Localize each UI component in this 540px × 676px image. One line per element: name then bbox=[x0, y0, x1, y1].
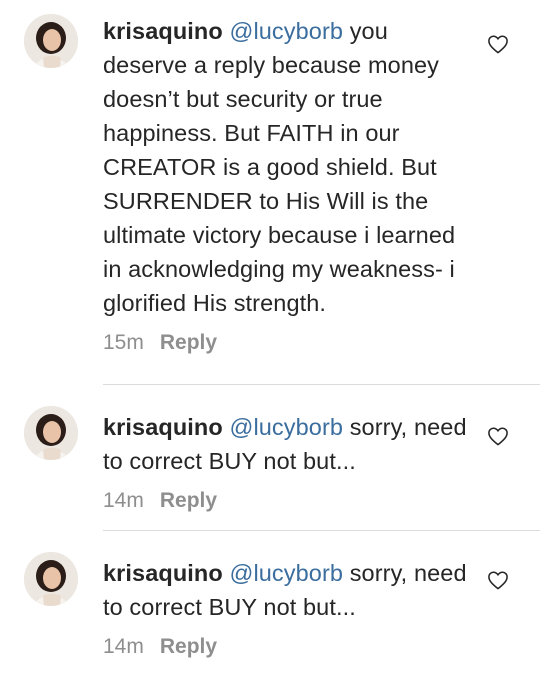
avatar[interactable] bbox=[24, 14, 78, 68]
comment-text: krisaquino @lucyborb sorry, need to corr… bbox=[103, 410, 475, 478]
comment-body: krisaquino @lucyborb sorry, need to corr… bbox=[103, 410, 475, 514]
comment-divider bbox=[103, 384, 540, 385]
comment-meta: 14m Reply bbox=[103, 634, 475, 660]
comment-text: krisaquino @lucyborb you deserve a reply… bbox=[103, 14, 475, 320]
comment-timestamp: 15m bbox=[103, 331, 144, 354]
comment-mention[interactable]: @lucyborb bbox=[229, 18, 343, 44]
comment-meta: 15m Reply bbox=[103, 330, 475, 356]
avatar[interactable] bbox=[24, 406, 78, 460]
avatar[interactable] bbox=[24, 552, 78, 606]
heart-outline-icon[interactable] bbox=[487, 34, 509, 54]
reply-button[interactable]: Reply bbox=[160, 488, 217, 514]
comment-divider bbox=[103, 530, 540, 531]
heart-outline-icon[interactable] bbox=[487, 426, 509, 446]
comment-mention[interactable]: @lucyborb bbox=[229, 560, 343, 586]
comment-username[interactable]: krisaquino bbox=[103, 414, 223, 440]
comment-mention[interactable]: @lucyborb bbox=[229, 414, 343, 440]
reply-button[interactable]: Reply bbox=[160, 330, 217, 356]
heart-outline-icon[interactable] bbox=[487, 570, 509, 590]
comment-timestamp: 14m bbox=[103, 635, 144, 658]
comment-message: you deserve a reply because money doesn’… bbox=[103, 18, 456, 316]
comment-meta: 14m Reply bbox=[103, 488, 475, 514]
avatar-image bbox=[24, 406, 78, 460]
reply-button[interactable]: Reply bbox=[160, 634, 217, 660]
comment-body: krisaquino @lucyborb you deserve a reply… bbox=[103, 14, 475, 356]
comment-username[interactable]: krisaquino bbox=[103, 560, 223, 586]
avatar-image bbox=[24, 14, 78, 68]
avatar-image bbox=[24, 552, 78, 606]
comment-body: krisaquino @lucyborb sorry, need to corr… bbox=[103, 556, 475, 660]
comment-username[interactable]: krisaquino bbox=[103, 18, 223, 44]
comment-timestamp: 14m bbox=[103, 489, 144, 512]
comment-text: krisaquino @lucyborb sorry, need to corr… bbox=[103, 556, 475, 624]
